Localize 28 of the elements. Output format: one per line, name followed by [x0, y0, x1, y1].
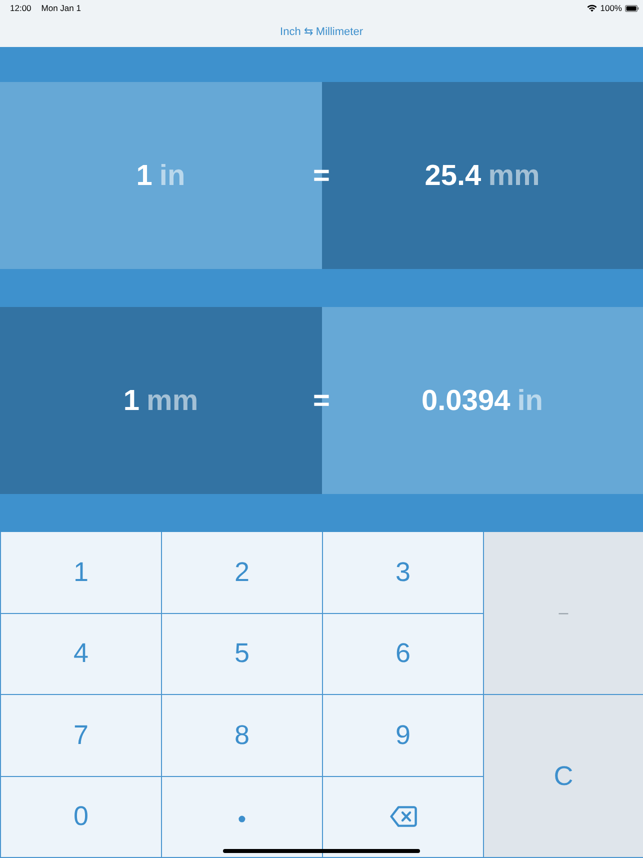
battery-percent: 100% — [600, 3, 622, 13]
clear-key[interactable]: C — [484, 695, 643, 857]
value-text: 0.0394 — [422, 387, 510, 416]
unit-label: mm — [488, 162, 540, 191]
backspace-key[interactable] — [323, 776, 483, 857]
digit-key[interactable]: 4 — [1, 614, 161, 694]
digit-key[interactable]: 6 — [323, 614, 483, 694]
digit-key[interactable]: 0 — [1, 776, 161, 857]
battery-icon — [625, 4, 639, 12]
unit-label: mm — [146, 387, 198, 416]
value-text: 1 — [136, 162, 152, 191]
unit-label: in — [159, 162, 186, 191]
status-time: 12:00 — [10, 3, 32, 13]
nav-title: Inch ⇆ Millimeter — [280, 24, 363, 38]
decimal-point-key[interactable]: • — [162, 776, 322, 857]
status-date: Mon Jan 1 — [41, 3, 81, 13]
digit-key[interactable]: 9 — [323, 695, 483, 776]
value-text: 1 — [123, 387, 140, 416]
digit-key[interactable]: 5 — [162, 614, 322, 694]
digit-key[interactable]: 1 — [1, 532, 161, 612]
backspace-icon — [390, 806, 416, 828]
digit-key[interactable]: 8 — [162, 695, 322, 776]
value-text: 25.4 — [424, 162, 482, 191]
digit-key[interactable]: 2 — [162, 532, 322, 612]
wifi-icon — [587, 4, 598, 12]
unit-label: in — [517, 387, 543, 416]
digit-key[interactable]: 7 — [1, 695, 161, 776]
digit-key[interactable]: 3 — [323, 532, 483, 612]
